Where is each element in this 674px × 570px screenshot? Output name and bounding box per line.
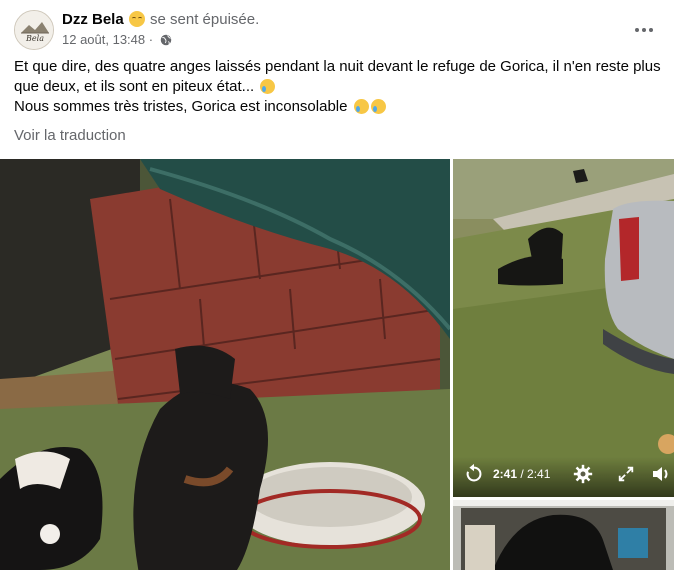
fullscreen-icon[interactable] bbox=[617, 465, 635, 483]
post-text-paragraph-1: Et que dire, des quatre anges laissés pe… bbox=[14, 57, 664, 97]
globe-icon[interactable] bbox=[160, 34, 172, 46]
more-options-dot bbox=[642, 28, 646, 32]
dogs-field-video-frame bbox=[453, 159, 674, 497]
crying-face-emoji bbox=[260, 79, 276, 94]
post-text: Et que dire, des quatre anges laissés pe… bbox=[14, 57, 664, 117]
avatar-logo: Bela bbox=[15, 11, 53, 49]
meta-separator: · bbox=[148, 32, 154, 47]
post-header: Bela Dzz Bela se sent épuisée. 12 août, … bbox=[14, 10, 660, 50]
more-options-button[interactable] bbox=[628, 14, 660, 46]
crying-face-emoji bbox=[370, 99, 386, 114]
video-player[interactable]: 2:41 / 2:41 bbox=[453, 159, 674, 497]
media-grid: 2:41 / 2:41 bbox=[0, 159, 674, 570]
post-text-line-2: Nous sommes très tristes, Gorica est inc… bbox=[14, 98, 348, 115]
replay-icon[interactable] bbox=[463, 463, 485, 485]
main-photo[interactable] bbox=[0, 159, 450, 570]
avatar[interactable]: Bela bbox=[14, 10, 54, 50]
post-text-paragraph-2: Nous sommes très tristes, Gorica est inc… bbox=[14, 97, 664, 117]
tired-face-emoji bbox=[128, 11, 145, 27]
video-time-separator: / bbox=[517, 467, 528, 481]
feeling-text: se sent épuisée. bbox=[150, 11, 260, 28]
author-line: Dzz Bela se sent épuisée. bbox=[62, 11, 259, 29]
volume-icon[interactable] bbox=[651, 464, 673, 484]
video-controls: 2:41 / 2:41 bbox=[453, 457, 674, 497]
avatar-logo-text: Bela bbox=[25, 34, 44, 43]
third-photo[interactable] bbox=[453, 500, 674, 570]
more-options-icon bbox=[635, 28, 639, 32]
crying-face-emoji bbox=[353, 99, 369, 114]
video-time-readout: 2:41 / 2:41 bbox=[493, 467, 550, 481]
dog-kennel-photo bbox=[453, 500, 674, 570]
video-duration: 2:41 bbox=[527, 467, 551, 481]
post-date[interactable]: 12 août, 13:48 bbox=[62, 32, 145, 47]
post-meta: 12 août, 13:48 · bbox=[62, 32, 172, 47]
see-translation-link[interactable]: Voir la traduction bbox=[14, 127, 126, 144]
settings-icon[interactable] bbox=[573, 464, 593, 484]
puppies-doghouse-photo bbox=[0, 159, 450, 570]
author-name[interactable]: Dzz Bela bbox=[62, 11, 124, 28]
post-text-line-1: Et que dire, des quatre anges laissés pe… bbox=[14, 58, 661, 95]
video-current-time: 2:41 bbox=[493, 467, 518, 481]
more-options-dot bbox=[649, 28, 653, 32]
